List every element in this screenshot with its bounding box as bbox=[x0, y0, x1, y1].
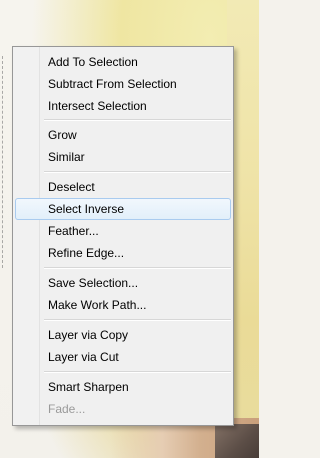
menu-item-save-selection[interactable]: Save Selection... bbox=[15, 272, 231, 294]
menu-item-intersect-selection[interactable]: Intersect Selection bbox=[15, 95, 231, 117]
menu-separator bbox=[44, 171, 231, 173]
menu-item-label: Add To Selection bbox=[48, 55, 138, 69]
menu-item-label: Select Inverse bbox=[48, 202, 125, 216]
menu-item-label: Subtract From Selection bbox=[48, 77, 177, 91]
selection-marquee-left bbox=[2, 56, 3, 268]
menu-item-grow[interactable]: Grow bbox=[15, 124, 231, 146]
menu-item-layer-via-copy[interactable]: Layer via Copy bbox=[15, 324, 231, 346]
menu-item-label: Smart Sharpen bbox=[48, 380, 129, 394]
menu-item-label: Make Work Path... bbox=[48, 298, 147, 312]
menu-separator bbox=[44, 319, 231, 321]
menu-item-label: Intersect Selection bbox=[48, 99, 147, 113]
menu-item-label: Layer via Cut bbox=[48, 350, 119, 364]
menu-item-make-work-path[interactable]: Make Work Path... bbox=[15, 294, 231, 316]
menu-item-label: Refine Edge... bbox=[48, 246, 125, 260]
menu-item-label: Feather... bbox=[48, 224, 99, 238]
menu-item-select-inverse[interactable]: Select Inverse bbox=[15, 198, 231, 220]
photo-shadow-region bbox=[215, 424, 259, 458]
menu-item-add-to-selection[interactable]: Add To Selection bbox=[15, 51, 231, 73]
menu-item-label: Grow bbox=[48, 128, 77, 142]
menu-item-label: Save Selection... bbox=[48, 276, 139, 290]
menu-item-subtract-from-selection[interactable]: Subtract From Selection bbox=[15, 73, 231, 95]
menu-separator bbox=[44, 119, 231, 121]
menu-item-similar[interactable]: Similar bbox=[15, 146, 231, 168]
menu-item-refine-edge[interactable]: Refine Edge... bbox=[15, 242, 231, 264]
context-menu: Add To Selection Subtract From Selection… bbox=[12, 46, 234, 426]
menu-item-label: Deselect bbox=[48, 180, 95, 194]
menu-item-feather[interactable]: Feather... bbox=[15, 220, 231, 242]
menu-item-layer-via-cut[interactable]: Layer via Cut bbox=[15, 346, 231, 368]
menu-item-label: Similar bbox=[48, 150, 85, 164]
menu-item-label: Fade... bbox=[48, 402, 86, 416]
menu-item-deselect[interactable]: Deselect bbox=[15, 176, 231, 198]
menu-separator bbox=[44, 267, 231, 269]
menu-separator bbox=[44, 371, 231, 373]
menu-item-fade: Fade... bbox=[15, 398, 231, 420]
menu-item-label: Layer via Copy bbox=[48, 328, 129, 342]
menu-item-smart-sharpen[interactable]: Smart Sharpen bbox=[15, 376, 231, 398]
